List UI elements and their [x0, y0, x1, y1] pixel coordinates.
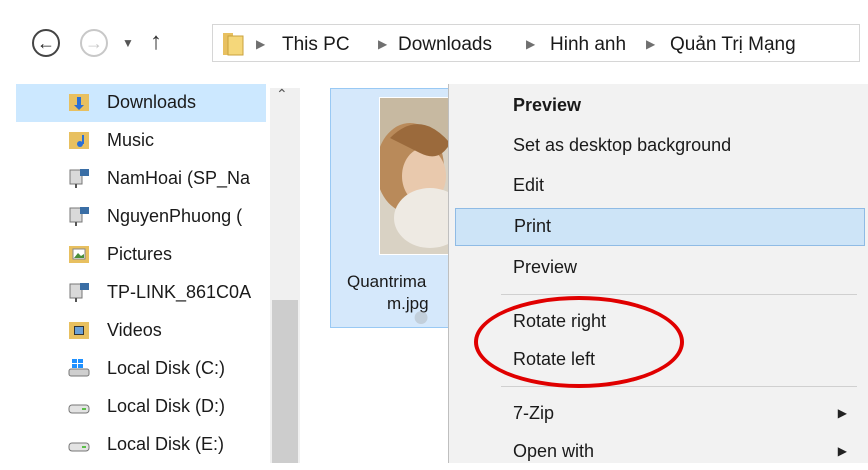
menu-item-open-with[interactable]: Open with ▶ — [455, 434, 865, 470]
drive-icon — [68, 442, 90, 452]
menu-item-preview[interactable]: Preview — [455, 250, 865, 286]
videos-folder-icon — [69, 322, 89, 339]
sidebar-item-local-disk-e[interactable]: Local Disk (E:) — [0, 426, 282, 464]
breadcrumb-downloads[interactable]: Downloads — [398, 34, 492, 56]
sidebar-item-label: Local Disk (E:) — [107, 434, 225, 454]
breadcrumb-separator-icon: ▶ — [526, 37, 536, 51]
sidebar-item-local-disk-d[interactable]: Local Disk (D:) — [0, 388, 282, 426]
breadcrumb-separator-icon: ▶ — [646, 37, 656, 51]
chevron-down-icon[interactable]: ▼ — [122, 36, 134, 50]
context-menu: Preview Set as desktop background Edit P… — [448, 84, 868, 463]
sidebar-item-label: TP-LINK_861C0A — [107, 282, 252, 302]
sidebar-item-music[interactable]: Music — [0, 122, 282, 160]
menu-item-label: 7-Zip — [513, 403, 555, 423]
sidebar-item-tp-link[interactable]: TP-LINK_861C0A — [0, 274, 282, 312]
menu-separator — [501, 294, 857, 295]
menu-item-label: Edit — [513, 175, 545, 195]
breadcrumb-hinh-anh[interactable]: Hinh anh — [550, 34, 626, 56]
up-arrow-icon[interactable]: ↑ — [150, 28, 162, 56]
sidebar-item-label: Local Disk (D:) — [107, 396, 226, 416]
pictures-folder-icon — [69, 246, 89, 263]
sidebar-scroll-thumb[interactable] — [272, 300, 298, 463]
network-drive-icon — [69, 283, 89, 302]
menu-item-label: Set as desktop background — [513, 135, 732, 155]
address-bar-area: ← → ▼ ↑ ▶ This PC ▶ Downloads ▶ Hinh anh… — [0, 0, 868, 84]
menu-item-label: Preview — [513, 257, 578, 277]
sidebar-item-label: Pictures — [107, 244, 173, 264]
menu-item-preview-default[interactable]: Preview — [455, 88, 865, 124]
network-drive-icon — [69, 207, 89, 226]
sidebar-item-local-disk-c[interactable]: Local Disk (C:) — [0, 350, 282, 388]
sidebar-item-label: Videos — [107, 320, 162, 340]
sidebar-item-label: Music — [107, 130, 155, 150]
sidebar-item-label: Local Disk (C:) — [107, 358, 226, 378]
breadcrumb-quan-tri-mang[interactable]: Quản Trị Mạng — [670, 34, 796, 56]
sidebar-item-label: Downloads — [107, 92, 197, 112]
forward-arrow-icon[interactable]: → — [80, 29, 108, 57]
breadcrumb-separator-icon: ▶ — [378, 37, 388, 51]
submenu-arrow-icon: ▶ — [837, 444, 847, 458]
music-folder-icon — [69, 132, 89, 149]
menu-item-7-zip[interactable]: 7-Zip ▶ — [455, 396, 865, 432]
sidebar-item-pictures[interactable]: Pictures — [0, 236, 282, 274]
watermark: ● — [412, 300, 432, 333]
menu-item-set-desktop-background[interactable]: Set as desktop background — [455, 128, 865, 164]
downloads-folder-icon — [69, 94, 89, 111]
sidebar-item-namhoai[interactable]: NamHoai (SP_Na — [0, 160, 282, 198]
sidebar-item-videos[interactable]: Videos — [0, 312, 282, 350]
breadcrumb-this-pc[interactable]: This PC — [282, 34, 350, 56]
sidebar-item-label: NamHoai (SP_Na — [107, 168, 251, 188]
back-arrow-icon[interactable]: ← — [32, 29, 60, 57]
windows-drive-icon — [68, 359, 90, 377]
sidebar-item-downloads[interactable]: Downloads — [16, 84, 266, 122]
menu-item-label: Open with — [513, 441, 595, 461]
network-drive-icon — [69, 169, 89, 188]
menu-item-label: Print — [514, 216, 552, 236]
drive-icon — [68, 404, 90, 414]
submenu-arrow-icon: ▶ — [837, 406, 847, 420]
menu-item-label: Preview — [513, 95, 582, 115]
navigation-pane: Downloads Music NamHoai (SP_Na NguyenPhu… — [0, 84, 300, 463]
menu-item-print[interactable]: Print — [455, 208, 865, 246]
folder-icon — [222, 30, 246, 56]
breadcrumb-separator-icon: ▶ — [256, 37, 266, 51]
sidebar-item-nguyenphuong[interactable]: NguyenPhuong ( — [0, 198, 282, 236]
scroll-up-arrow-icon[interactable]: ⌃ — [276, 86, 288, 103]
sidebar-item-label: NguyenPhuong ( — [107, 206, 243, 226]
menu-item-edit[interactable]: Edit — [455, 168, 865, 204]
highlight-ellipse — [474, 296, 684, 388]
